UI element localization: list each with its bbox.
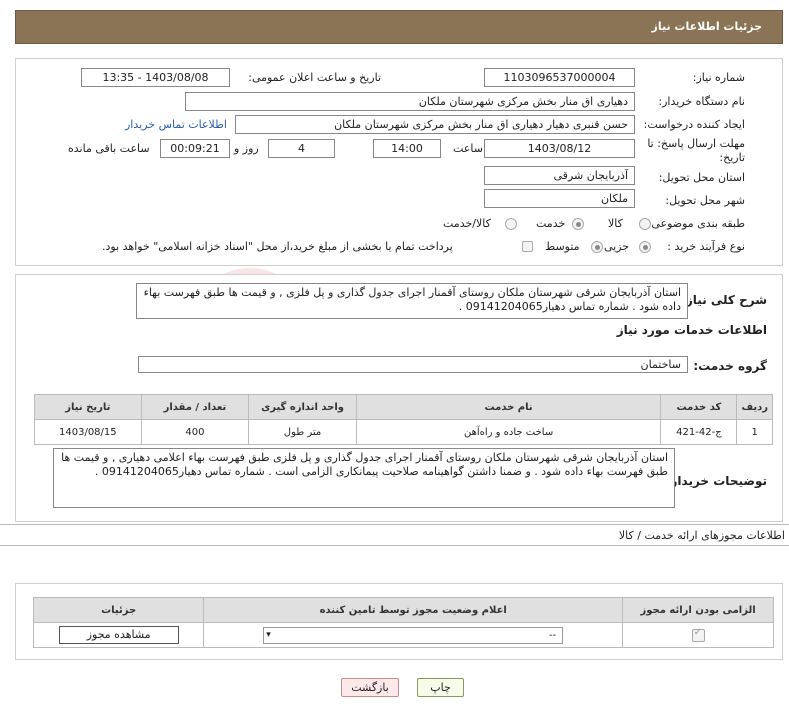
category-radio-service[interactable] <box>572 218 584 230</box>
permit-status-select[interactable]: -- ▾ <box>263 626 564 644</box>
category-label: طبقه بندی موضوعی: <box>647 217 745 230</box>
summary-label: شرح کلی نیاز: <box>681 293 767 307</box>
table-header-row: ردیف کد خدمت نام خدمت واحد اندازه گیری ت… <box>34 394 773 420</box>
category-option-service: خدمت <box>536 217 566 230</box>
remaining-time-field: 00:09:21 <box>160 139 230 158</box>
days-field: 4 <box>268 139 335 158</box>
cell-qty: 400 <box>140 419 250 445</box>
cell-required: ✓ <box>622 622 774 648</box>
page-header: جزئیات اطلاعات نیاز <box>15 10 783 44</box>
cell-date: 1403/08/15 <box>34 419 142 445</box>
col-unit: واحد اندازه گیری <box>248 394 357 420</box>
category-radio-both[interactable] <box>505 218 517 230</box>
days-label: روز و <box>234 142 259 155</box>
col-details: جزئیات <box>32 597 205 623</box>
category-option-both: کالا/خدمت <box>443 217 491 230</box>
col-required: الزامی بودن ارائه مجوز <box>622 597 774 623</box>
check-icon: ✓ <box>693 626 702 638</box>
process-option-minor: جزیی <box>604 240 630 253</box>
page-title: جزئیات اطلاعات نیاز <box>651 20 763 33</box>
permits-table: الزامی بودن ارائه مجوز اعلام وضعیت مجوز … <box>32 597 774 648</box>
cell-name: ساخت جاده و راه‌آهن <box>355 419 662 445</box>
col-date: تاریخ نیاز <box>34 394 142 420</box>
col-status: اعلام وضعیت مجوز توسط تامین کننده <box>203 597 624 623</box>
cell-code: ج-42-421 <box>660 419 738 445</box>
buyer-contact-link[interactable]: اطلاعات تماس خریدار <box>125 118 227 131</box>
summary-text: استان آذربایجان شرقی شهرستان ملکان روستا… <box>136 283 688 319</box>
need-number-label: شماره نیاز: <box>692 71 745 84</box>
buyer-notes-text: استان آذربایجان شرقی شهرستان ملکان روستا… <box>53 448 675 508</box>
category-option-goods: کالا <box>608 217 623 230</box>
services-table: ردیف کد خدمت نام خدمت واحد اندازه گیری ت… <box>34 394 773 445</box>
announce-field: 1403/08/08 - 13:35 <box>81 68 230 87</box>
cell-status: -- ▾ <box>203 622 624 648</box>
category-radio-goods[interactable] <box>639 218 651 230</box>
col-code: کد خدمت <box>660 394 738 420</box>
announce-label: تاریخ و ساعت اعلان عمومی: <box>248 71 381 84</box>
deadline-label: مهلت ارسال پاسخ: تا <box>647 137 745 150</box>
table-row: ✓ -- ▾ مشاهده مجوز <box>32 622 774 648</box>
time-label: ساعت <box>453 142 483 155</box>
cell-details: مشاهده مجوز <box>32 622 205 648</box>
payment-checkbox[interactable] <box>522 241 533 252</box>
province-field: آذربایجان شرقی <box>484 166 635 185</box>
col-row: ردیف <box>736 394 773 420</box>
cell-unit: متر طول <box>248 419 357 445</box>
services-section-title: اطلاعات خدمات مورد نیاز <box>616 323 767 337</box>
chevron-down-icon: ▾ <box>266 629 271 640</box>
view-permit-button[interactable]: مشاهده مجوز <box>58 626 179 644</box>
process-option-medium: متوسط <box>545 240 580 253</box>
creator-field: حسن قنبری دهیار دهیاری اق منار بخش مرکزی… <box>235 115 635 134</box>
province-label: استان محل تحویل: <box>658 171 745 184</box>
payment-note: پرداخت تمام یا بخشی از مبلغ خرید،از محل … <box>102 240 453 253</box>
deadline-label-2: تاریخ: <box>719 151 745 164</box>
section-divider <box>0 524 789 525</box>
city-label: شهر محل تحویل: <box>665 194 745 207</box>
print-button[interactable]: چاپ <box>417 678 464 697</box>
cell-row: 1 <box>736 419 773 445</box>
process-radio-medium[interactable] <box>591 241 603 253</box>
table-header-row: الزامی بودن ارائه مجوز اعلام وضعیت مجوز … <box>32 597 774 623</box>
permits-section-title: اطلاعات مجوزهای ارائه خدمت / کالا <box>618 529 785 542</box>
buyer-org-field: دهیاری اق منار بخش مرکزی شهرستان ملکان <box>185 92 635 111</box>
deadline-time-field: 14:00 <box>373 139 441 158</box>
creator-label: ایجاد کننده درخواست: <box>643 118 745 131</box>
service-group-label: گروه خدمت: <box>693 359 767 373</box>
deadline-date-field: 1403/08/12 <box>484 139 635 158</box>
service-group-field: ساختمان <box>138 356 688 373</box>
permit-status-value: -- <box>549 629 557 641</box>
need-number-field: 1103096537000004 <box>484 68 635 87</box>
section-divider <box>0 545 789 546</box>
info-panel <box>15 58 783 266</box>
back-button[interactable]: بازگشت <box>341 678 399 697</box>
remaining-label: ساعت باقی مانده <box>68 142 150 155</box>
col-name: نام خدمت <box>355 394 662 420</box>
city-field: ملکان <box>484 189 635 208</box>
process-label: نوع فرآیند خرید : <box>667 240 745 253</box>
buyer-org-label: نام دستگاه خریدار: <box>658 95 745 108</box>
table-row: 1 ج-42-421 ساخت جاده و راه‌آهن متر طول 4… <box>34 419 773 445</box>
buyer-notes-label: توضیحات خریدار: <box>665 474 767 488</box>
required-checkbox: ✓ <box>691 626 705 642</box>
process-radio-minor[interactable] <box>639 241 651 253</box>
col-qty: تعداد / مقدار <box>140 394 250 420</box>
